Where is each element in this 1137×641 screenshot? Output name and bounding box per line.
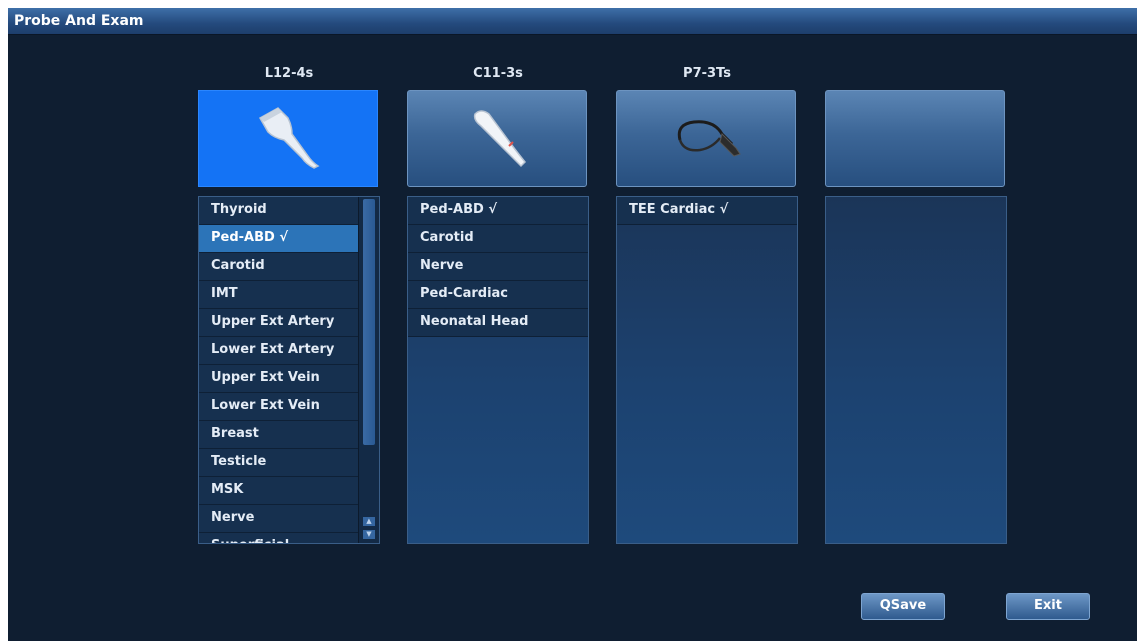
probe-tile-empty[interactable]	[825, 90, 1005, 187]
title-bar: Probe And Exam	[8, 8, 1137, 35]
qsave-button[interactable]: QSave	[861, 593, 945, 620]
exam-item-msk[interactable]: MSK	[199, 477, 359, 505]
exam-item-ped-cardiac[interactable]: Ped-Cardiac	[408, 281, 588, 309]
exam-item-thyroid[interactable]: Thyroid	[199, 197, 359, 225]
exam-item-upper-ext-vein[interactable]: Upper Ext Vein	[199, 365, 359, 393]
probe-name-l12-4s: L12-4s	[264, 66, 314, 81]
exam-item-carotid[interactable]: Carotid	[408, 225, 588, 253]
probe-name-p7-3ts: P7-3Ts	[683, 66, 731, 81]
scroll-up-arrow-icon[interactable]: ▲	[363, 517, 375, 526]
exam-item-ped-abd[interactable]: Ped-ABD √	[408, 197, 588, 225]
scroll-down-arrow-icon[interactable]: ▼	[363, 530, 375, 539]
exam-item-neonatal-head[interactable]: Neonatal Head	[408, 309, 588, 337]
exam-item-imt[interactable]: IMT	[199, 281, 359, 309]
exam-item-nerve[interactable]: Nerve	[408, 253, 588, 281]
convex-probe-icon	[473, 109, 527, 167]
exam-item-lower-ext-vein[interactable]: Lower Ext Vein	[199, 393, 359, 421]
scroll-thumb[interactable]	[363, 199, 375, 445]
exam-item-carotid[interactable]: Carotid	[199, 253, 359, 281]
probe-tile-c11-3s[interactable]	[407, 90, 587, 187]
window-title: Probe And Exam	[14, 13, 144, 29]
exam-item-nerve[interactable]: Nerve	[199, 505, 359, 533]
exam-list-c11-3s: Ped-ABD √ Carotid Nerve Ped-Cardiac Neon…	[407, 196, 589, 544]
probe-and-exam-window: Probe And Exam L12-4s Thyroid Ped-ABD √ …	[8, 8, 1137, 641]
exam-item-superficial[interactable]: Superficial	[199, 533, 359, 543]
linear-probe-icon	[258, 106, 320, 169]
probe-tile-l12-4s[interactable]	[198, 90, 378, 187]
exit-button[interactable]: Exit	[1006, 593, 1090, 620]
exam-item-upper-ext-artery[interactable]: Upper Ext Artery	[199, 309, 359, 337]
tee-probe-icon	[677, 119, 741, 157]
exam-item-tee-cardiac[interactable]: TEE Cardiac √	[617, 197, 797, 225]
probe-name-c11-3s: C11-3s	[473, 66, 523, 81]
exam-list-p7-3ts: TEE Cardiac √	[616, 196, 798, 544]
exam-list-l12-4s: Thyroid Ped-ABD √ Carotid IMT Upper Ext …	[198, 196, 380, 544]
exam-list-scrollbar[interactable]: ▲ ▼	[358, 197, 379, 543]
exam-item-testicle[interactable]: Testicle	[199, 449, 359, 477]
exam-item-lower-ext-artery[interactable]: Lower Ext Artery	[199, 337, 359, 365]
exam-item-breast[interactable]: Breast	[199, 421, 359, 449]
exam-list-empty	[825, 196, 1007, 544]
exam-item-ped-abd[interactable]: Ped-ABD √	[199, 225, 359, 253]
probe-tile-p7-3ts[interactable]	[616, 90, 796, 187]
